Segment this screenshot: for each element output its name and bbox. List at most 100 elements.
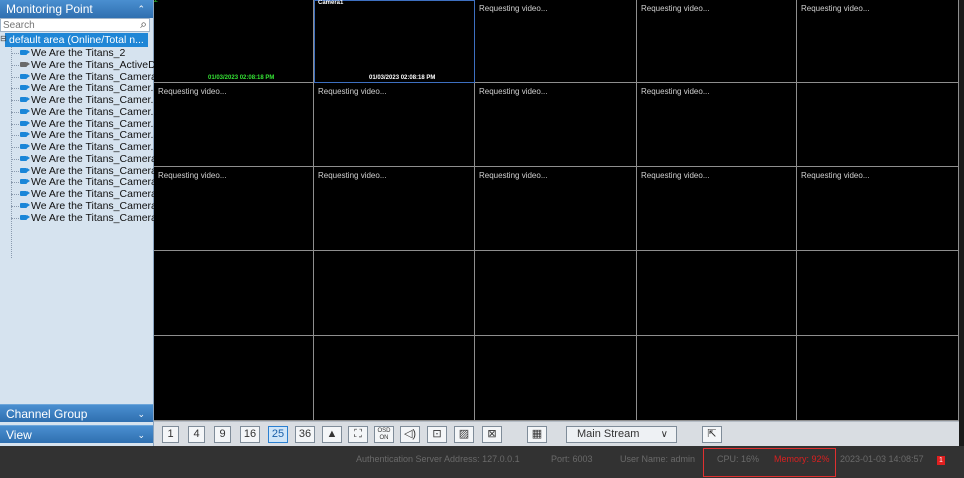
tree-connector: [11, 111, 19, 113]
video-cell[interactable]: [797, 83, 959, 167]
video-cell[interactable]: [797, 336, 959, 421]
display-icon: ▨: [458, 428, 470, 440]
video-cell[interactable]: Requesting video...: [797, 167, 959, 251]
tree-connector: [11, 88, 19, 90]
tree-item-camera[interactable]: We Are the Titans_Camera1: [0, 71, 163, 83]
tree-item-camera[interactable]: We Are the Titans_Camera5: [0, 176, 163, 188]
channel-group-header[interactable]: Channel Group ⌄: [0, 404, 153, 422]
layout-1-button[interactable]: 1: [162, 426, 179, 443]
user-text: User Name: admin: [620, 454, 696, 464]
search-input[interactable]: [1, 19, 135, 32]
layout-25-button[interactable]: 25: [268, 426, 288, 443]
video-cell[interactable]: Requesting video...: [475, 83, 637, 167]
layout-4-button[interactable]: 4: [188, 426, 205, 443]
camera-icon: [20, 144, 30, 149]
video-cell[interactable]: [475, 336, 637, 421]
tree-item-camera[interactable]: We Are the Titans_ActiveD...: [0, 59, 164, 71]
tree-item-camera[interactable]: We Are the Titans_Camer...: [0, 106, 159, 118]
video-cell[interactable]: Requesting video...: [314, 83, 475, 167]
tree-item-camera[interactable]: We Are the Titans_Camer...: [0, 94, 159, 106]
video-cell[interactable]: [797, 251, 959, 336]
tree-item-camera[interactable]: We Are the Titans_2: [0, 47, 153, 59]
video-cell[interactable]: Requesting video...: [475, 167, 637, 251]
search-box[interactable]: ⌕: [0, 17, 150, 32]
layout-toolbar: 1 4 9 16 25 36 ▲ ⛶ OSD ON ◁) ⊡ ▨ ⊠ ▦ Mai…: [154, 421, 959, 447]
video-cell[interactable]: [475, 251, 637, 336]
tree-item-camera[interactable]: We Are the Titans_Camera4: [0, 165, 163, 177]
camera-icon: [20, 50, 30, 55]
up-arrow-button[interactable]: ▲: [322, 426, 342, 443]
video-cell[interactable]: [637, 336, 797, 421]
video-cell[interactable]: Requesting video...: [314, 167, 475, 251]
osd-button[interactable]: OSD ON: [374, 426, 394, 443]
tree-item-label: We Are the Titans_Camera7: [31, 199, 163, 212]
osd-camera-name: Camera1: [318, 0, 344, 6]
layout-36-button[interactable]: 36: [295, 426, 315, 443]
video-cell[interactable]: Requesting video...: [637, 83, 797, 167]
camera-icon: [20, 108, 30, 114]
video-cell[interactable]: Requesting video...: [475, 0, 637, 83]
popout-button[interactable]: ⇱: [702, 426, 722, 443]
tree-item-camera[interactable]: We Are the Titans_Camera8: [0, 212, 163, 224]
monitoring-point-header[interactable]: Monitoring Point ⌃: [0, 0, 153, 18]
camera-icon: [20, 73, 30, 79]
expand-icon: ⌄: [137, 430, 145, 440]
video-cell[interactable]: Requesting video...: [797, 0, 959, 83]
video-cell[interactable]: [154, 251, 314, 336]
tree-item-label: We Are the Titans_Camer...: [31, 94, 160, 106]
layout-4-label: 4: [193, 428, 200, 440]
tree-item-camera[interactable]: We Are the Titans_Camer...: [0, 141, 159, 153]
video-cell[interactable]: Requesting video...: [154, 167, 314, 251]
search-icon[interactable]: ⌕: [140, 17, 147, 32]
requesting-video-text: Requesting video...: [479, 87, 548, 96]
auth-server-text: Authentication Server Address: 127.0.0.1: [356, 454, 520, 464]
layout-1-label: 1: [167, 428, 174, 440]
tree-connector: [11, 182, 19, 184]
tree-item-label: We Are the Titans_Camera5: [31, 176, 163, 189]
sidebar: Monitoring Point ⌃ ⌕ ⊟ default area (Onl…: [0, 0, 164, 446]
layout-36-label: 36: [298, 428, 312, 440]
stream-select[interactable]: Main Stream ∨: [566, 426, 677, 443]
video-cell[interactable]: Requesting video...: [637, 0, 797, 83]
video-cell[interactable]: [314, 251, 475, 336]
video-cell[interactable]: [314, 336, 475, 421]
tree-item-camera[interactable]: We Are the Titans_Camer...: [0, 118, 159, 130]
camera-icon: [20, 155, 30, 161]
audio-button[interactable]: ◁): [400, 426, 420, 443]
tree-item-label: We Are the Titans_Camer...: [31, 129, 160, 142]
display-mode-button[interactable]: ▨: [454, 426, 474, 443]
capture-button[interactable]: ⊡: [427, 426, 447, 443]
tree-items: We Are the Titans_2 We Are the Titans_Act…: [0, 47, 164, 224]
view-header[interactable]: View ⌄: [0, 425, 153, 443]
tree-connector: [11, 53, 19, 54]
video-cell[interactable]: Camera1 01/03/2023 02:08:18 PM: [314, 0, 475, 83]
collapse-icon[interactable]: ⌃: [137, 0, 145, 18]
video-cell[interactable]: 2 01/03/2023 02:08:18 PM: [154, 0, 314, 83]
fullscreen-button[interactable]: ⛶: [348, 426, 368, 443]
layout-9-button[interactable]: 9: [214, 426, 231, 443]
layout-16-button[interactable]: 16: [240, 426, 260, 443]
tree-connector: [11, 217, 19, 219]
tree-root-default-area[interactable]: default area (Online/Total n...: [5, 33, 148, 47]
triangle-up-icon: ▲: [326, 428, 338, 440]
tree-item-camera[interactable]: We Are the Titans_Camera3: [0, 153, 163, 165]
tree-item-camera[interactable]: We Are the Titans_Camera7: [0, 200, 163, 212]
video-cell[interactable]: Requesting video...: [637, 167, 797, 251]
tree-collapse-icon[interactable]: ⊟: [0, 34, 7, 43]
tree-item-camera[interactable]: We Are the Titans_Camer...: [0, 82, 159, 94]
view-title: View: [6, 428, 32, 442]
camera-icon: [20, 179, 30, 185]
tree-item-camera[interactable]: We Are the Titans_Camer...: [0, 129, 159, 141]
tree-item-camera[interactable]: We Are the Titans_Camera6: [0, 188, 163, 200]
camera-icon: [20, 61, 30, 67]
tree-connector: [11, 205, 19, 207]
video-cell[interactable]: [154, 336, 314, 421]
close-all-button[interactable]: ⊠: [482, 426, 502, 443]
highlight-box: [703, 448, 836, 477]
custom-layout-button[interactable]: ▦: [527, 426, 547, 443]
alarm-badge[interactable]: 1: [937, 456, 945, 465]
tree-item-label: We Are the Titans_Camera1: [31, 70, 163, 83]
video-cell[interactable]: Requesting video...: [154, 83, 314, 167]
video-cell[interactable]: [637, 251, 797, 336]
requesting-video-text: Requesting video...: [641, 171, 710, 180]
